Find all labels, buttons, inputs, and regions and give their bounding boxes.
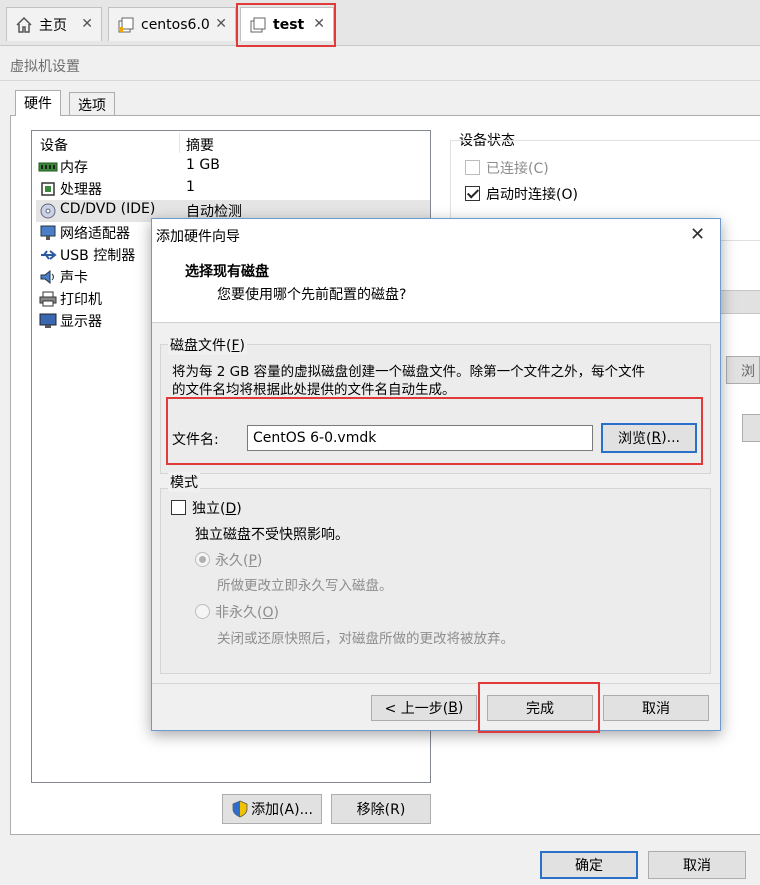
device-name: 内存: [60, 160, 88, 176]
memory-icon: [38, 162, 58, 172]
cpu-icon: [41, 182, 55, 196]
tab-home-label: 主页: [39, 17, 67, 34]
device-summary: 1 GB: [186, 157, 220, 173]
device-name: 打印机: [60, 292, 102, 308]
independent-description: 独立磁盘不受快照影响。: [195, 527, 349, 543]
window-title: 虚拟机设置: [10, 59, 80, 75]
network-icon: [40, 225, 56, 240]
column-separator: [179, 133, 180, 153]
file-name-label: 文件名:: [172, 432, 219, 448]
close-icon[interactable]: ✕: [313, 16, 325, 32]
tab-test-label: test: [273, 16, 305, 33]
tab-home[interactable]: 主页 ✕: [6, 7, 102, 41]
remove-hardware-button[interactable]: 移除(R): [331, 794, 431, 824]
tab-hardware[interactable]: 硬件: [15, 90, 61, 116]
dialog-subheading: 您要使用哪个先前配置的磁盘?: [217, 287, 407, 303]
dialog-titlebar: 添加硬件向导 ✕: [152, 219, 720, 251]
tab-options[interactable]: 选项: [69, 92, 115, 116]
device-name: CD/DVD (IDE): [60, 201, 156, 217]
finish-button[interactable]: 完成: [487, 695, 593, 721]
nonpersistent-label: 非永久(O): [215, 605, 279, 621]
background-button[interactable]: [742, 414, 760, 442]
group-border: [450, 140, 760, 218]
device-name: 处理器: [60, 182, 102, 198]
dialog-cancel-button[interactable]: 取消: [603, 695, 709, 721]
dialog-header: 选择现有磁盘 您要使用哪个先前配置的磁盘?: [152, 251, 720, 323]
connect-at-power-on-checkbox[interactable]: [465, 186, 480, 201]
divider: [0, 80, 760, 81]
usb-icon: [41, 250, 57, 260]
device-name: 网络适配器: [60, 226, 130, 242]
column-header-summary: 摘要: [186, 138, 214, 154]
close-icon[interactable]: ✕: [690, 224, 705, 245]
add-button-label: 添加(A)...: [251, 802, 313, 818]
mode-group-label: 模式: [168, 472, 200, 492]
device-row-cpu[interactable]: 处理器 1: [36, 178, 430, 200]
disk-file-group-label: 磁盘文件(F): [168, 335, 247, 355]
add-hardware-button[interactable]: 添加(A)...: [222, 794, 322, 824]
tab-centos6[interactable]: centos6.0 ✕: [108, 7, 236, 41]
tab-centos6-label: centos6.0: [141, 16, 210, 33]
ok-button[interactable]: 确定: [540, 851, 638, 879]
disk-file-description-line1: 将为每 2 GB 容量的虚拟磁盘创建一个磁盘文件。除第一个文件之外，每个文件: [172, 364, 646, 380]
cd-icon: [40, 203, 56, 219]
device-row-memory[interactable]: 内存 1 GB: [36, 156, 430, 178]
dialog-heading: 选择现有磁盘: [185, 264, 269, 280]
shield-icon: [232, 800, 248, 818]
device-name: USB 控制器: [60, 248, 136, 264]
browse-button-partial[interactable]: 浏: [726, 356, 760, 384]
persistent-radio[interactable]: [195, 552, 210, 567]
monitor-icon: [39, 313, 57, 328]
cancel-button[interactable]: 取消: [648, 851, 746, 879]
dialog-title: 添加硬件向导: [156, 229, 240, 245]
close-icon[interactable]: ✕: [81, 16, 93, 32]
independent-label: 独立(D): [192, 501, 242, 517]
connected-checkbox[interactable]: [465, 160, 480, 175]
independent-checkbox[interactable]: [171, 500, 186, 515]
nonpersistent-description: 关闭或还原快照后，对磁盘所做的更改将被放弃。: [217, 631, 514, 647]
nonpersistent-radio[interactable]: [195, 604, 210, 619]
add-hardware-wizard-dialog: 添加硬件向导 ✕ 选择现有磁盘 您要使用哪个先前配置的磁盘? 磁盘文件(F) 将…: [151, 218, 721, 733]
tab-test[interactable]: test ✕: [240, 7, 334, 41]
connected-label: 已连接(C): [486, 161, 549, 177]
divider: [152, 683, 720, 684]
persistent-description: 所做更改立即永久写入磁盘。: [217, 578, 393, 594]
disk-file-description-line2: 的文件名均将根据此处提供的文件名自动生成。: [172, 382, 456, 398]
back-button[interactable]: < 上一步(B): [371, 695, 477, 721]
connect-at-power-on-label: 启动时连接(O): [486, 187, 578, 203]
home-icon: [16, 16, 32, 33]
vm-icon: [118, 17, 134, 32]
browse-button[interactable]: 浏览(R)...: [601, 423, 697, 453]
vm-copy-icon: [250, 17, 266, 32]
device-name: 显示器: [60, 314, 102, 330]
sound-icon: [40, 269, 54, 285]
persistent-label: 永久(P): [215, 553, 263, 569]
device-status-group: 设备状态 已连接(C) 启动时连接(O): [450, 130, 760, 220]
device-summary: 1: [186, 179, 195, 195]
column-header-device: 设备: [40, 138, 68, 154]
tab-strip: 主页 ✕ centos6.0 ✕ test ✕: [0, 0, 760, 47]
device-name: 声卡: [60, 270, 88, 286]
file-name-input[interactable]: [247, 425, 593, 451]
close-icon[interactable]: ✕: [215, 16, 227, 32]
printer-icon: [39, 291, 57, 307]
